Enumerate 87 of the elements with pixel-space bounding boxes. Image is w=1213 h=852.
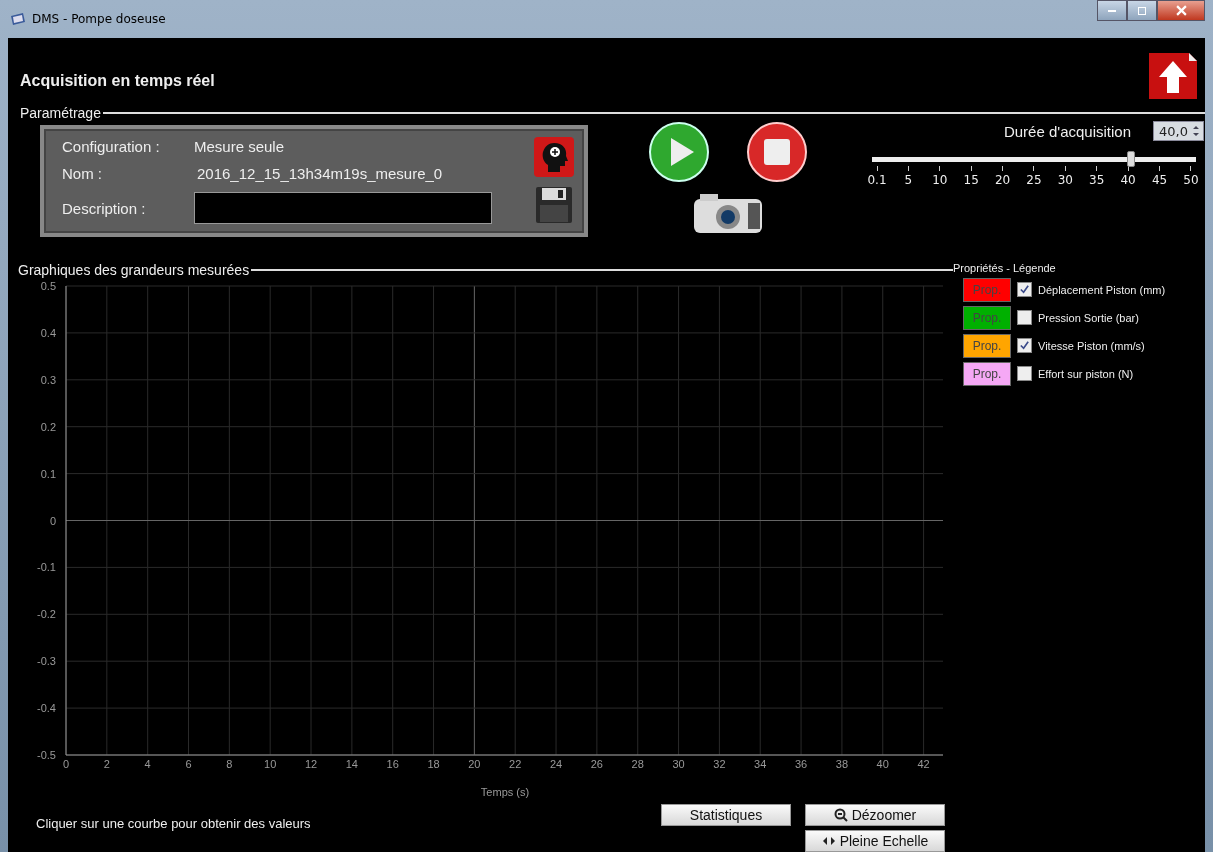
slider-thumb[interactable] bbox=[1127, 151, 1136, 168]
slider-tick-label: 40 bbox=[1120, 173, 1136, 188]
y-tick-label: -0.5 bbox=[37, 748, 56, 761]
y-tick-label: 0.4 bbox=[40, 326, 56, 339]
y-tick-label: 0.3 bbox=[40, 373, 56, 386]
y-tick-label: -0.3 bbox=[37, 655, 56, 668]
minimize-button[interactable] bbox=[1097, 0, 1127, 21]
color-swatch-button[interactable]: Prop. bbox=[963, 361, 1011, 386]
statistics-button[interactable]: Statistiques bbox=[661, 804, 791, 826]
x-tick-label: 32 bbox=[713, 757, 726, 770]
y-tick-label: 0.1 bbox=[40, 467, 56, 480]
hint-text: Cliquer sur une courbe pour obtenir des valeurs bbox=[36, 816, 311, 831]
checkbox[interactable] bbox=[1017, 338, 1032, 354]
legend-title: Propriétés - Légende bbox=[953, 261, 1057, 274]
x-tick-label: 42 bbox=[917, 757, 930, 770]
close-icon bbox=[1175, 5, 1187, 16]
slider-tick-label: 5 bbox=[904, 173, 913, 188]
window-title: DMS - Pompe doseuse bbox=[32, 12, 166, 26]
duration-spinbox[interactable]: 40,0 bbox=[1153, 121, 1204, 142]
field-label: Nom : bbox=[62, 165, 103, 183]
app-icon bbox=[10, 12, 26, 26]
x-tick-label: 4 bbox=[144, 757, 151, 770]
x-tick-label: 24 bbox=[549, 757, 563, 770]
field-label: Description : bbox=[62, 199, 147, 217]
series-label: Déplacement Piston (mm) bbox=[1038, 283, 1166, 296]
head-icon[interactable] bbox=[534, 137, 574, 178]
x-tick-label: 10 bbox=[264, 757, 277, 770]
x-axis-title: Temps (s) bbox=[480, 785, 530, 798]
x-tick-label: 38 bbox=[835, 757, 849, 770]
series-label: Vitesse Piston (mm/s) bbox=[1038, 339, 1145, 352]
line-chart[interactable]: -0.5 -0.4 -0.3 -0.2 -0.1 0 0.1 0.2 0.3 0.4 0.5 0 2 4 6 8 10 12 14 16 18 20 22 24 26 28 30 32 34 36 38 40 42 Temps (s) bbox=[8, 277, 943, 800]
x-tick-label: 6 bbox=[185, 757, 192, 770]
y-tick-label: 0.5 bbox=[40, 279, 56, 292]
field-value: 2016_12_15_13h34m19s_mesure_0 bbox=[196, 165, 444, 183]
color-swatch-button[interactable]: Prop. bbox=[963, 333, 1011, 358]
x-tick-label: 22 bbox=[509, 757, 522, 770]
field-value: Mesure seule bbox=[194, 138, 286, 156]
x-tick-label: 36 bbox=[794, 757, 808, 770]
section-title: Paramétrage bbox=[20, 105, 101, 122]
x-tick-label: 20 bbox=[468, 757, 481, 770]
y-tick-label: -0.4 bbox=[37, 701, 56, 714]
slider-tick-label: 45 bbox=[1151, 173, 1168, 188]
x-tick-label: 26 bbox=[590, 757, 603, 770]
slider-tick-label: 50 bbox=[1183, 173, 1199, 188]
x-tick-label: 12 bbox=[304, 757, 318, 770]
camera-button[interactable] bbox=[692, 191, 764, 236]
x-tick-label: 8 bbox=[226, 757, 233, 770]
minimize-icon bbox=[1108, 9, 1116, 12]
x-tick-label: 40 bbox=[876, 757, 889, 770]
y-tick-label: -0.2 bbox=[37, 608, 56, 621]
x-tick-label: 28 bbox=[631, 757, 644, 770]
maximize-button[interactable] bbox=[1127, 0, 1157, 21]
section-title: Graphiques des grandeurs mesurées bbox=[18, 261, 250, 278]
page-title: Acquisition en temps réel bbox=[20, 70, 215, 90]
series-label: Effort sur piston (N) bbox=[1038, 367, 1134, 380]
x-tick-label: 18 bbox=[427, 757, 440, 770]
zoom-out-icon bbox=[833, 808, 848, 822]
zoom-out-button[interactable]: Dézoomer bbox=[805, 804, 945, 826]
slider-tick-label: 20 bbox=[994, 173, 1011, 188]
slider-tick-label: 35 bbox=[1089, 173, 1105, 188]
x-tick-label: 0 bbox=[62, 757, 70, 770]
x-tick-label: 34 bbox=[754, 757, 767, 770]
x-tick-label: 16 bbox=[386, 757, 399, 770]
y-tick-label: 0 bbox=[49, 514, 56, 527]
field-label: Configuration : bbox=[62, 138, 161, 156]
slider-tick-label: 15 bbox=[963, 173, 979, 188]
slider-tick-label: 30 bbox=[1057, 173, 1073, 188]
duration-label: Durée d'acquisition bbox=[1003, 122, 1132, 140]
y-tick-label: 0.2 bbox=[40, 420, 56, 433]
series-label: Pression Sortie (bar) bbox=[1038, 311, 1139, 324]
x-tick-label: 30 bbox=[672, 757, 685, 770]
description-field[interactable] bbox=[194, 192, 492, 225]
checkbox[interactable] bbox=[1017, 310, 1032, 326]
play-button[interactable] bbox=[648, 121, 710, 184]
slider-tick-label: 0.1 bbox=[867, 173, 887, 188]
full-scale-button[interactable]: Pleine Echelle bbox=[805, 830, 945, 852]
close-button[interactable] bbox=[1157, 0, 1205, 21]
stop-button[interactable] bbox=[746, 121, 808, 184]
maximize-icon bbox=[1137, 5, 1147, 16]
slider-tick-label: 10 bbox=[932, 173, 948, 188]
checkbox[interactable] bbox=[1017, 366, 1032, 382]
expand-icon bbox=[821, 836, 836, 846]
slider-tick-label: 25 bbox=[1026, 173, 1042, 188]
y-tick-label: -0.1 bbox=[37, 561, 56, 574]
x-tick-label: 2 bbox=[103, 757, 110, 770]
checkbox[interactable] bbox=[1017, 282, 1032, 298]
x-tick-label: 14 bbox=[345, 757, 358, 770]
